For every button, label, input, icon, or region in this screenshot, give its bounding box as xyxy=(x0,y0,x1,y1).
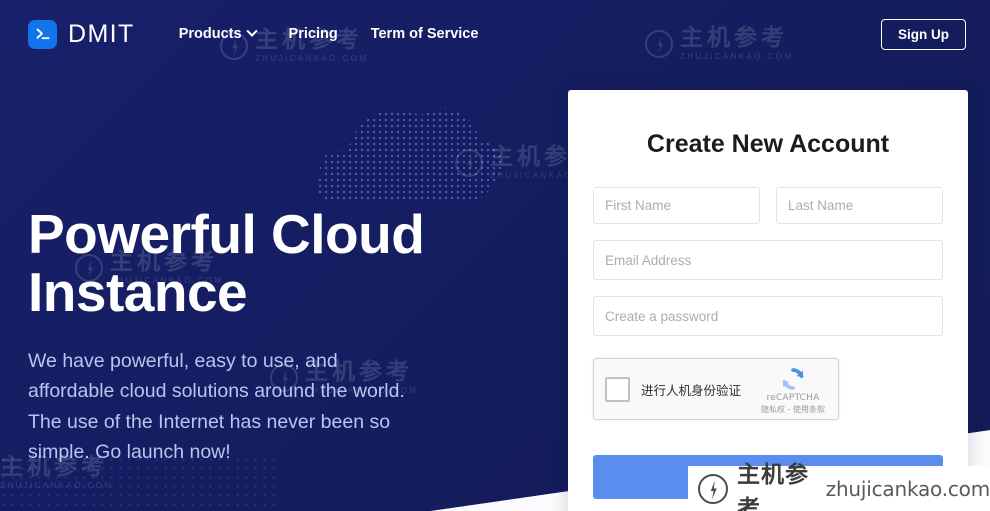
cloud-dot-pattern-icon xyxy=(316,108,503,203)
terminal-prompt-icon xyxy=(28,19,57,49)
recaptcha-terms[interactable]: 隐私权 - 使用条款 xyxy=(757,404,829,415)
nav-item-products[interactable]: Products xyxy=(178,25,258,42)
chevron-down-icon xyxy=(245,25,258,37)
email-input[interactable] xyxy=(593,240,943,280)
circle-bolt-icon xyxy=(698,473,728,504)
recaptcha-widget[interactable]: 进行人机身份验证 reCAPTCHA 隐私权 - 使用条款 xyxy=(593,358,839,420)
recaptcha-brand-name: reCAPTCHA xyxy=(766,393,820,403)
hero-title-line-1: Powerful Cloud xyxy=(28,203,425,265)
card-title: Create New Account xyxy=(646,130,890,158)
main-navigation: Products Pricing Term of Service xyxy=(178,25,479,42)
watermark-banner-cn: 主机参考 xyxy=(737,461,809,511)
watermark-banner-en: zhujicankao.com xyxy=(825,476,990,501)
brand-logo[interactable]: DMIT xyxy=(28,19,135,49)
nav-item-term-of-service[interactable]: Term of Service xyxy=(371,26,479,42)
password-input[interactable] xyxy=(593,296,943,336)
hero-section: Powerful Cloud Instance We have powerful… xyxy=(28,205,498,468)
site-header: DMIT Products Pricing Term of Service Si… xyxy=(0,0,990,68)
nav-item-pricing[interactable]: Pricing xyxy=(289,26,338,42)
sign-up-button[interactable]: Sign Up xyxy=(881,19,966,50)
hero-title-line-2: Instance xyxy=(28,261,248,324)
last-name-input[interactable] xyxy=(776,187,943,224)
nav-label: Pricing xyxy=(288,26,338,42)
first-name-input[interactable] xyxy=(593,187,760,224)
hero-subtitle: We have powerful, easy to use, and affor… xyxy=(28,349,405,464)
nav-label: Term of Service xyxy=(370,26,479,42)
page-root: 主机参考 ZHUJICANKAO.COM 主机参考 ZHUJICANKAO.CO… xyxy=(0,0,990,511)
brand-name: DMIT xyxy=(68,19,135,48)
name-fields-row xyxy=(593,187,943,224)
recaptcha-checkbox[interactable] xyxy=(605,376,630,402)
page-title: Powerful Cloud Instance xyxy=(28,205,498,322)
create-account-card: Create New Account 进行人机身份验证 reCAPTCHA 隐私… xyxy=(568,90,968,511)
recaptcha-refresh-icon xyxy=(782,368,804,390)
recaptcha-label: 进行人机身份验证 xyxy=(641,382,742,398)
watermark-banner: 主机参考 zhujicankao.com xyxy=(688,462,990,511)
recaptcha-branding: reCAPTCHA 隐私权 - 使用条款 xyxy=(757,366,829,415)
nav-label: Products xyxy=(178,26,242,42)
